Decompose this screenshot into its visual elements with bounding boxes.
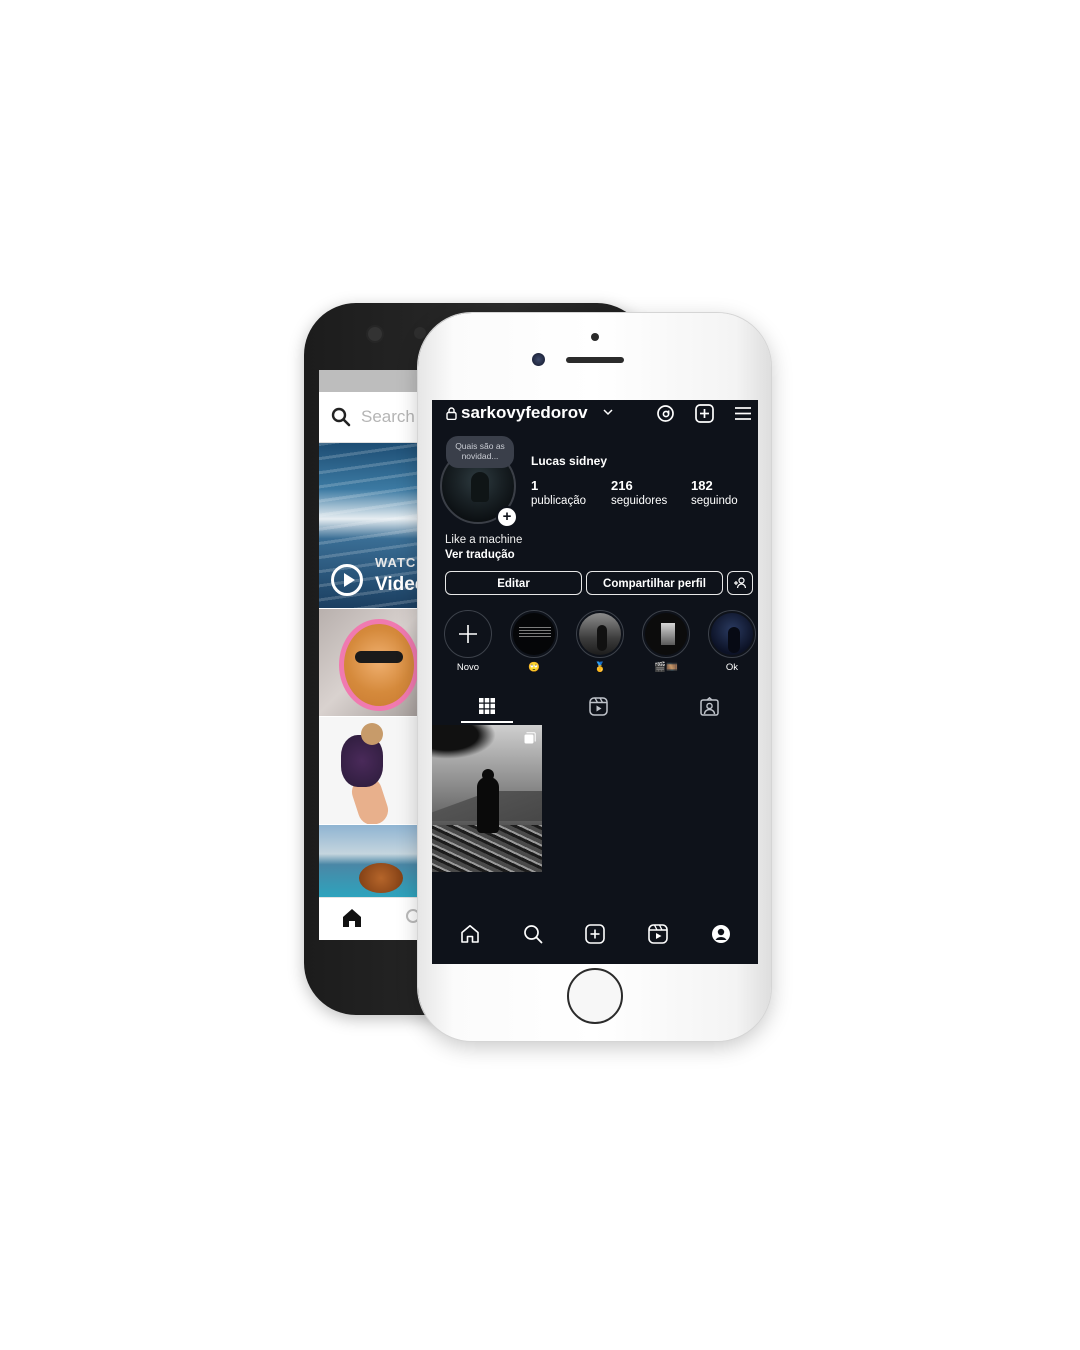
stat-followers[interactable]: 216 seguidores (611, 478, 667, 507)
highlight-label: Ok (725, 662, 739, 673)
search-icon[interactable] (523, 924, 543, 944)
highlight-new[interactable]: Novo (442, 610, 494, 673)
home-icon[interactable] (341, 908, 363, 928)
chevron-down-icon[interactable] (603, 409, 613, 416)
play-icon (331, 564, 363, 596)
earpiece-speaker (566, 357, 624, 363)
following-label: seguindo (691, 495, 738, 507)
search-placeholder: Search (361, 407, 415, 426)
search-icon (331, 407, 351, 427)
highlight-item[interactable]: Ok (706, 610, 758, 673)
threads-icon[interactable] (656, 404, 675, 423)
active-tab-indicator (461, 721, 513, 723)
highlight-cover (447, 613, 489, 655)
add-story-icon[interactable]: + (496, 506, 518, 528)
add-person-icon (734, 577, 747, 589)
dog-head (361, 723, 383, 745)
front-phone: sarkovyfedorov + Quais são as novidad...… (418, 313, 771, 1041)
silhouette (728, 627, 740, 653)
highlight-cover (579, 613, 621, 655)
stat-posts[interactable]: 1 publicação (531, 478, 586, 507)
lock-icon (446, 407, 457, 420)
highlight-cover (645, 613, 687, 655)
sunglasses (355, 651, 403, 663)
posts-label: publicação (531, 495, 586, 507)
reels-tab-icon[interactable] (589, 697, 608, 716)
share-profile-button[interactable]: Compartilhar perfil (586, 571, 723, 595)
highlight-item[interactable]: 🎬🎞️ (640, 610, 692, 673)
burger-photo (359, 863, 403, 893)
display-name: Lucas sidney (531, 454, 608, 468)
highlight-item[interactable]: 🙄 (508, 610, 560, 673)
stat-following[interactable]: 182 seguindo (691, 478, 738, 507)
discover-people-button[interactable] (727, 571, 753, 595)
highlight-cover (711, 613, 753, 655)
highlight-ring (444, 610, 492, 658)
highlight-ring (642, 610, 690, 658)
create-icon[interactable] (585, 924, 605, 944)
tree-branches (432, 725, 496, 759)
front-camera (532, 353, 545, 366)
highlight-ring (510, 610, 558, 658)
bio: Like a machine (445, 534, 523, 546)
tagged-icon[interactable] (700, 697, 719, 716)
posts-count: 1 (531, 478, 539, 493)
username[interactable]: sarkovyfedorov (461, 403, 588, 423)
profile-screen: sarkovyfedorov + Quais são as novidad...… (432, 400, 758, 964)
back-phone-camera (366, 325, 384, 343)
note-bubble[interactable]: Quais são as novidad... (446, 436, 514, 468)
highlight-ring (576, 610, 624, 658)
see-translation-link[interactable]: Ver tradução (445, 549, 515, 561)
following-count: 182 (691, 478, 713, 493)
highlight-label: Novo (456, 662, 480, 673)
post-thumbnail[interactable] (432, 725, 542, 872)
highlight-label: 🎬🎞️ (654, 662, 678, 673)
plus-icon (459, 625, 477, 643)
profile-icon[interactable] (711, 924, 731, 944)
back-phone-sensor (414, 327, 426, 339)
highlight-cover (513, 613, 555, 655)
create-post-icon[interactable] (695, 404, 714, 423)
highlight-ring (708, 610, 756, 658)
carousel-icon (524, 732, 536, 744)
avatar-silhouette (471, 472, 489, 502)
edit-profile-button[interactable]: Editar (445, 571, 582, 595)
home-icon[interactable] (460, 924, 480, 944)
proximity-sensor (591, 333, 599, 341)
quote-text-graphic (519, 627, 551, 639)
profile-header: sarkovyfedorov (432, 400, 758, 428)
followers-label: seguidores (611, 495, 668, 507)
home-button[interactable] (567, 968, 623, 1024)
highlight-label: 🙄 (528, 662, 540, 673)
menu-icon[interactable] (734, 406, 752, 421)
silhouette (661, 623, 675, 645)
person-silhouette (477, 777, 499, 833)
reels-icon[interactable] (648, 924, 668, 944)
silhouette (597, 625, 607, 651)
highlight-item[interactable]: 🥇 (574, 610, 626, 673)
cat-photo (339, 619, 419, 711)
bottom-navigation (432, 916, 758, 956)
followers-count: 216 (611, 478, 633, 493)
grid-icon[interactable] (478, 697, 496, 715)
highlight-label: 🥇 (594, 662, 606, 673)
